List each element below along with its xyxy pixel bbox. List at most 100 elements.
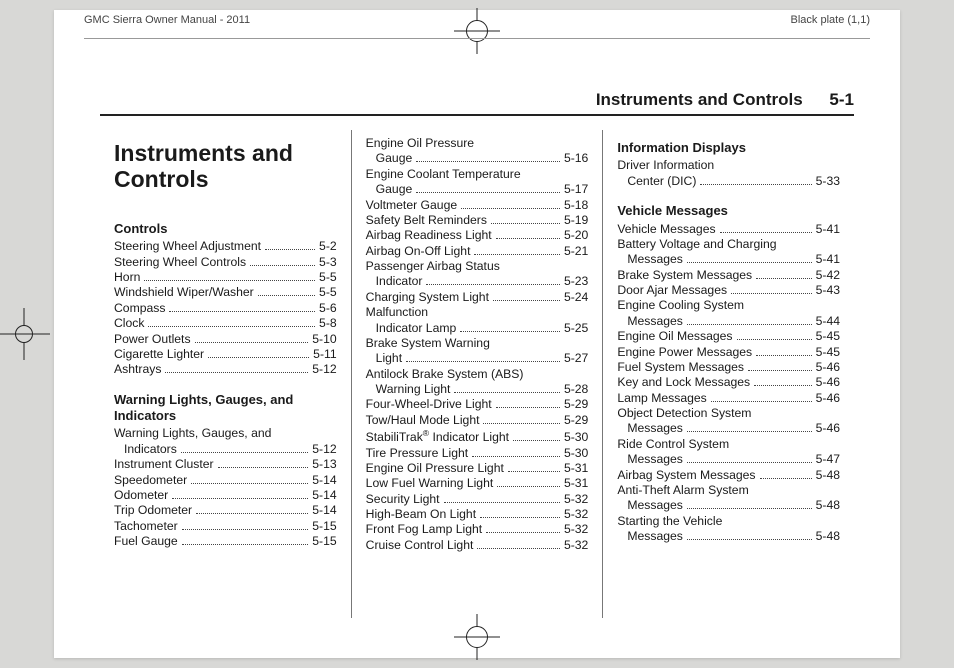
toc-entry-page: 5-44 [816,314,840,329]
chapter-title: Instruments and Controls [114,140,337,193]
registration-mark-bottom [454,614,500,660]
toc-entry-page: 5-3 [319,255,337,270]
toc-entry: Engine Oil Pressure [366,136,589,151]
toc-leader-dots [720,223,812,233]
toc-entry: Engine Coolant Temperature [366,167,589,182]
toc-entry: Malfunction [366,305,589,320]
toc-section-heading: Information Displays [617,140,840,156]
toc-entry-label: Lamp Messages [617,391,706,406]
toc-entry: Instrument Cluster5-13 [114,457,337,472]
toc-entry: Engine Cooling System [617,298,840,313]
toc-entry-page: 5-45 [816,329,840,344]
toc-entry: Gauge5-17 [366,182,589,197]
toc-leader-dots [496,230,560,240]
toc-entry-label: Engine Oil Messages [617,329,732,344]
toc-entry: Indicator Lamp5-25 [366,321,589,336]
head-rule [100,114,854,116]
toc-entry: Tow/Haul Mode Light 5-29 [366,413,589,428]
toc-entry: Front Fog Lamp Light5-32 [366,522,589,537]
toc-column-1: Instruments and Controls ControlsSteerin… [100,130,351,618]
toc-entry: Engine Oil Pressure Light5-31 [366,461,589,476]
toc-section-heading: Warning Lights, Gauges, and Indicators [114,392,337,425]
toc-section-heading: Vehicle Messages [617,203,840,219]
toc-leader-dots [687,423,812,433]
toc-entry-page: 5-27 [564,351,588,366]
toc-entry-label: Engine Oil Pressure [366,136,474,151]
toc-entry-label: Warning Lights, Gauges, and [114,426,271,441]
toc-entry-label: Messages [617,252,683,267]
toc-entry-page: 5-32 [564,492,588,507]
toc-entry-page: 5-43 [816,283,840,298]
running-head: Instruments and Controls 5-1 [596,90,854,110]
toc-entry: Cigarette Lighter5-11 [114,347,337,362]
toc-entry: Airbag Readiness Light 5-20 [366,228,589,243]
toc-entry: Antilock Brake System (ABS) [366,367,589,382]
toc-entry-page: 5-48 [816,498,840,513]
toc-entry: Airbag System Messages5-48 [617,468,840,483]
toc-leader-dots [756,269,811,279]
toc-entry-label: Tow/Haul Mode Light [366,413,480,428]
toc-entry-page: 5-15 [312,519,336,534]
toc-entry-page: 5-30 [564,430,588,445]
toc-entry-label: Light [366,351,402,366]
toc-entry: Horn 5-5 [114,270,337,285]
toc-leader-dots [493,291,560,301]
toc-entry-label: Airbag Readiness Light [366,228,492,243]
toc-entry-label: Gauge [366,151,413,166]
toc-entry-page: 5-20 [564,228,588,243]
toc-entry-page: 5-33 [816,174,840,189]
toc-entry-page: 5-46 [816,360,840,375]
toc-entry-label: Brake System Messages [617,268,752,283]
toc-leader-dots [191,474,308,484]
toc-leader-dots [687,254,812,264]
toc-leader-dots [687,315,812,325]
toc-entry-page: 5-14 [312,488,336,503]
toc-entry: Clock5-8 [114,316,337,331]
toc-leader-dots [195,333,309,343]
toc-entry-label: Compass [114,301,165,316]
toc-entry-page: 5-29 [564,413,588,428]
toc-entry-label: Tachometer [114,519,178,534]
toc-entry-label: Center (DIC) [617,174,696,189]
toc-entry-label: Gauge [366,182,413,197]
toc-leader-dots [508,462,560,472]
toc-entry-page: 5-13 [312,457,336,472]
toc-entry: Speedometer5-14 [114,473,337,488]
toc-entry-label: Warning Light [366,382,451,397]
toc-leader-dots [486,524,560,534]
toc-entry: StabiliTrak® Indicator Light 5-30 [366,428,589,445]
toc-leader-dots [483,414,559,424]
toc-entry-label: Indicator [366,274,423,289]
toc-leader-dots [250,256,315,266]
toc-leader-dots [477,539,560,549]
toc-entry: Starting the Vehicle [617,514,840,529]
toc-entry-label: Steering Wheel Adjustment [114,239,261,254]
toc-entry-page: 5-14 [312,503,336,518]
toc-entry: Driver Information [617,158,840,173]
toc-leader-dots [748,361,812,371]
toc-entry: Ride Control System [617,437,840,452]
toc-entry: Lamp Messages 5-46 [617,391,840,406]
toc-entry-label: StabiliTrak® Indicator Light [366,428,509,445]
toc-leader-dots [760,469,812,479]
toc-entry-label: Cigarette Lighter [114,347,204,362]
toc-entry: Key and Lock Messages5-46 [617,375,840,390]
toc-entry-label: Messages [617,421,683,436]
toc-entry-label: Tire Pressure Light [366,446,469,461]
toc-entry-label: Object Detection System [617,406,751,421]
toc-entry-page: 5-5 [319,270,337,285]
toc-leader-dots [480,508,560,518]
toc-entry-page: 5-46 [816,391,840,406]
toc-entry-label: Clock [114,316,144,331]
toc-entry-label: Indicators [114,442,177,457]
plate-label: Black plate (1,1) [791,14,870,26]
toc-entry-label: Horn [114,270,140,285]
toc-entry: Passenger Airbag Status [366,259,589,274]
toc-entry-label: Starting the Vehicle [617,514,722,529]
toc-leader-dots [700,175,811,185]
toc-leader-dots [474,245,559,255]
toc-entry-page: 5-32 [564,522,588,537]
toc-entry: Safety Belt Reminders5-19 [366,213,589,228]
toc-entry: Engine Power Messages5-45 [617,345,840,360]
toc-entry-label: Battery Voltage and Charging [617,237,776,252]
